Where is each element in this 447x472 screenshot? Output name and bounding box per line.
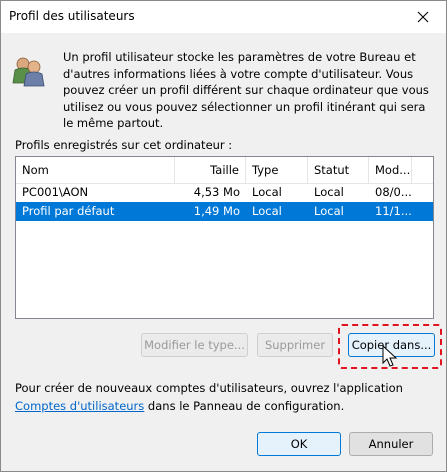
- user-accounts-link[interactable]: Comptes d'utilisateurs: [15, 399, 144, 413]
- mouse-pointer-icon: [382, 345, 398, 367]
- cell-modified: 11/1...: [375, 204, 412, 218]
- cell-name: Profil par défaut: [22, 204, 115, 218]
- close-button[interactable]: [400, 1, 446, 33]
- table-row-selected[interactable]: Profil par défaut 1,49 Mo Local Local 11…: [16, 202, 433, 221]
- cell-modified: 08/0...: [375, 185, 412, 199]
- cell-status: Local: [314, 204, 344, 218]
- description-text: Un profil utilisateur stocke les paramèt…: [63, 50, 429, 130]
- cancel-button[interactable]: Annuler: [349, 432, 433, 456]
- table-row[interactable]: PC001\AON 4,53 Mo Local Local 08/0...: [16, 183, 433, 202]
- cell-size: 1,49 Mo: [193, 204, 240, 218]
- cell-type: Local: [252, 185, 282, 199]
- column-header-size[interactable]: Taille: [175, 157, 246, 183]
- footer-text: Pour créer de nouveaux comptes d'utilisa…: [15, 379, 435, 415]
- footer-text-before: Pour créer de nouveaux comptes d'utilisa…: [15, 381, 403, 395]
- cell-status: Local: [314, 185, 344, 199]
- cell-size: 4,53 Mo: [193, 185, 240, 199]
- users-icon: [12, 57, 45, 87]
- list-header: Nom Taille Type Statut Mod...: [16, 157, 433, 184]
- column-header-name[interactable]: Nom: [16, 157, 175, 183]
- column-header-modified[interactable]: Mod...: [369, 157, 412, 183]
- title-bar: Profil des utilisateurs: [1, 1, 446, 33]
- window-title: Profil des utilisateurs: [9, 9, 135, 23]
- ok-button[interactable]: OK: [257, 432, 341, 456]
- close-icon: [417, 11, 429, 23]
- modify-type-button[interactable]: Modifier le type...: [141, 333, 248, 357]
- cell-type: Local: [252, 204, 282, 218]
- profiles-list[interactable]: Nom Taille Type Statut Mod... PC001\AON …: [15, 156, 434, 319]
- column-header-status[interactable]: Statut: [308, 157, 369, 183]
- cell-name: PC001\AON: [22, 185, 89, 199]
- column-header-type[interactable]: Type: [246, 157, 308, 183]
- delete-button[interactable]: Supprimer: [257, 333, 333, 357]
- user-profiles-dialog: Profil des utilisateurs Un profil utilis…: [0, 0, 447, 472]
- footer-text-after: dans le Panneau de configuration.: [144, 399, 345, 413]
- profiles-label: Profils enregistrés sur cet ordinateur :: [15, 138, 233, 152]
